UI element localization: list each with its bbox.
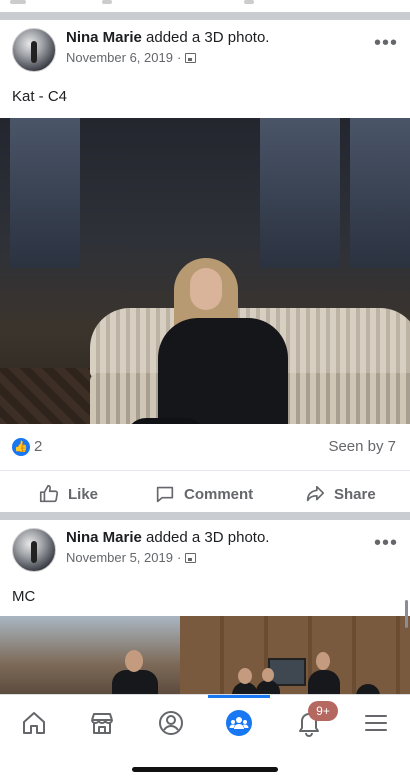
- post-action-text: added a 3D photo.: [146, 529, 270, 546]
- menu-icon: [365, 715, 387, 731]
- post-date[interactable]: November 6, 2019: [66, 50, 173, 65]
- post-header: Nina Marie added a 3D photo. November 5,…: [0, 520, 410, 576]
- remnant-icon: [102, 0, 112, 4]
- marketplace-icon: [91, 713, 113, 734]
- date-separator: ·: [176, 50, 182, 65]
- profile-icon: [159, 711, 183, 735]
- share-button[interactable]: Share: [304, 483, 376, 505]
- post-header: Nina Marie added a 3D photo. November 6,…: [0, 20, 410, 76]
- tab-profile[interactable]: [153, 705, 189, 741]
- notification-badge: 9+: [308, 701, 338, 721]
- comment-label: Comment: [184, 485, 254, 503]
- like-button[interactable]: Like: [38, 483, 98, 505]
- share-icon: [306, 485, 325, 502]
- tab-menu[interactable]: [358, 705, 394, 741]
- album-icon: [185, 552, 197, 563]
- remnant-icon: [10, 0, 26, 4]
- feed-separator: [0, 12, 410, 20]
- post-caption: MC: [12, 588, 36, 605]
- thumbs-up-icon: [39, 484, 59, 503]
- post-caption: Kat - C4: [12, 88, 68, 105]
- previous-post-remnant: [0, 0, 410, 10]
- feed-separator: [0, 512, 410, 520]
- groups-icon: [226, 710, 252, 736]
- post-action-text: added a 3D photo.: [146, 29, 270, 46]
- post-header-text: Nina Marie added a 3D photo. November 5,…: [66, 529, 269, 565]
- like-count[interactable]: 2: [34, 438, 42, 455]
- post-header-text: Nina Marie added a 3D photo. November 6,…: [66, 29, 269, 65]
- author-name[interactable]: Nina Marie: [66, 529, 142, 546]
- tab-groups[interactable]: [221, 705, 257, 741]
- more-options-icon[interactable]: •••: [374, 33, 398, 53]
- home-icon: [23, 712, 45, 734]
- post-date[interactable]: November 5, 2019: [66, 550, 173, 565]
- comment-icon: [156, 486, 174, 503]
- author-name[interactable]: Nina Marie: [66, 29, 142, 46]
- post-actions-bar: Like Comment Share: [0, 470, 410, 518]
- seen-by-count[interactable]: Seen by 7: [328, 438, 396, 455]
- like-reaction-icon[interactable]: 👍: [12, 438, 30, 456]
- scrollbar[interactable]: [405, 600, 408, 628]
- like-label: Like: [68, 485, 99, 503]
- date-separator: ·: [176, 550, 182, 565]
- remnant-icon: [244, 0, 254, 4]
- home-indicator[interactable]: [132, 767, 278, 772]
- avatar[interactable]: [12, 528, 56, 572]
- feed-post: Nina Marie added a 3D photo. November 6,…: [0, 20, 410, 512]
- more-options-icon[interactable]: •••: [374, 533, 398, 553]
- album-icon: [185, 52, 197, 63]
- tab-home[interactable]: [16, 705, 52, 741]
- tab-marketplace[interactable]: [84, 705, 120, 741]
- share-label: Share: [334, 485, 376, 503]
- comment-button[interactable]: Comment: [154, 483, 253, 505]
- post-photo[interactable]: [0, 616, 410, 696]
- post-photo[interactable]: [0, 118, 410, 424]
- avatar[interactable]: [12, 28, 56, 72]
- reactions-bar: 👍 2 Seen by 7: [0, 424, 410, 470]
- active-tab-indicator: [208, 695, 270, 698]
